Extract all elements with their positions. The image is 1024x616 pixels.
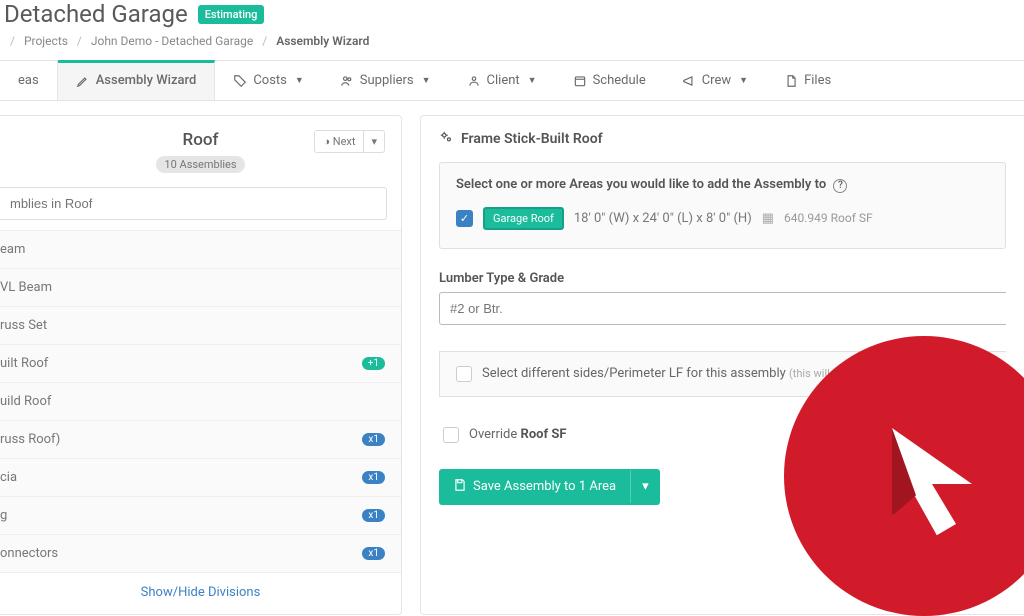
assembly-item[interactable]: cia x1 <box>0 459 401 497</box>
next-button[interactable]: ◑ Next ▾ <box>314 130 385 153</box>
tab-areas[interactable]: eas <box>0 61 58 100</box>
breadcrumb: / Projects / John Demo - Detached Garage… <box>0 34 1024 60</box>
assembly-item[interactable]: uild Roof <box>0 383 401 421</box>
assembly-sidebar: Roof 10 Assemblies ◑ Next ▾ eamVL Beamru… <box>0 115 402 615</box>
area-calc-value: 640.949 Roof SF <box>784 211 873 225</box>
users-icon <box>340 74 354 88</box>
gears-icon <box>439 130 453 148</box>
save-icon <box>453 478 467 496</box>
assembly-item-label: eam <box>0 242 25 257</box>
save-button[interactable]: Save Assembly to 1 Area ▾ <box>439 469 660 505</box>
area-dimensions: 18' 0" (W) x 24' 0" (L) x 8' 0" (H) <box>574 211 752 226</box>
help-icon[interactable]: ? <box>833 179 847 193</box>
count-pill: x1 <box>362 471 385 484</box>
tag-icon <box>233 74 247 88</box>
search-input[interactable] <box>0 187 387 220</box>
count-pill: x1 <box>362 509 385 522</box>
assembly-item-label: uild Roof <box>0 394 51 409</box>
perimeter-checkbox[interactable] <box>456 366 472 382</box>
tab-files[interactable]: Files <box>766 61 849 100</box>
calculator-icon: ▦ <box>762 211 774 226</box>
breadcrumb-current: Assembly Wizard <box>276 34 369 48</box>
assembly-item-label: russ Roof) <box>0 432 60 447</box>
assembly-item-label: onnectors <box>0 546 58 561</box>
assembly-item-label: g <box>0 508 7 523</box>
calendar-icon <box>573 74 587 88</box>
assembly-item-label: VL Beam <box>0 280 52 295</box>
override-checkbox[interactable] <box>443 427 459 443</box>
assembly-item-label: russ Set <box>0 318 47 333</box>
tab-schedule[interactable]: Schedule <box>555 61 664 100</box>
area-select-heading: Select one or more Areas you would like … <box>456 177 989 193</box>
override-label: Override Roof SF <box>469 427 567 442</box>
sidebar-subtitle: 10 Assemblies <box>156 156 244 173</box>
assembly-item[interactable]: russ Set <box>0 307 401 345</box>
assembly-item[interactable]: g x1 <box>0 497 401 535</box>
assembly-item-label: uilt Roof <box>0 356 48 371</box>
assembly-item[interactable]: uilt Roof +1 <box>0 345 401 383</box>
lumber-input[interactable] <box>439 292 1006 325</box>
count-pill: x1 <box>362 433 385 446</box>
area-tag[interactable]: Garage Roof <box>483 207 564 230</box>
megaphone-icon <box>682 74 696 88</box>
pencil-icon <box>76 74 90 88</box>
lumber-label: Lumber Type & Grade <box>439 271 1006 286</box>
tab-costs[interactable]: Costs▼ <box>215 61 321 100</box>
tab-suppliers[interactable]: Suppliers▼ <box>322 61 449 100</box>
files-icon <box>784 74 798 88</box>
show-hide-divisions[interactable]: Show/Hide Divisions <box>0 573 401 604</box>
tab-assembly-wizard[interactable]: Assembly Wizard <box>58 60 216 100</box>
chevron-down-icon[interactable]: ▾ <box>364 131 384 152</box>
tab-bar: eas Assembly Wizard Costs▼ Suppliers▼ Cl… <box>0 60 1024 101</box>
count-pill: +1 <box>362 357 385 370</box>
assembly-item[interactable]: eam <box>0 230 401 269</box>
form-title: Frame Stick-Built Roof <box>461 131 603 147</box>
page-title: Detached Garage <box>4 0 188 28</box>
assembly-item[interactable]: onnectors x1 <box>0 535 401 573</box>
assembly-item[interactable]: VL Beam <box>0 269 401 307</box>
user-icon <box>467 74 481 88</box>
assembly-item[interactable]: russ Roof) x1 <box>0 421 401 459</box>
breadcrumb-project[interactable]: John Demo - Detached Garage <box>91 34 253 48</box>
assembly-item-label: cia <box>0 470 17 485</box>
count-pill: x1 <box>362 547 385 560</box>
tab-client[interactable]: Client▼ <box>449 61 555 100</box>
breadcrumb-projects[interactable]: Projects <box>24 34 68 48</box>
status-badge: Estimating <box>198 5 265 24</box>
area-checkbox[interactable]: ✓ <box>456 210 473 227</box>
chevron-down-icon[interactable]: ▾ <box>630 470 660 503</box>
tab-crew[interactable]: Crew▼ <box>664 61 766 100</box>
